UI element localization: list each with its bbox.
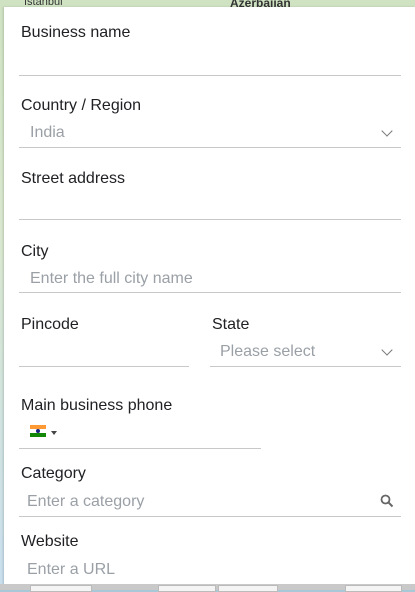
country-underline bbox=[19, 147, 401, 148]
category-input[interactable]: Enter a category bbox=[27, 493, 144, 511]
street-address-underline bbox=[19, 219, 401, 220]
bottom-toolbar-strip bbox=[0, 584, 415, 592]
country-select-value[interactable]: India bbox=[30, 124, 65, 142]
phone-underline bbox=[19, 448, 261, 449]
business-name-input[interactable] bbox=[19, 48, 401, 75]
street-address-input[interactable] bbox=[19, 193, 401, 219]
pincode-label: Pincode bbox=[21, 316, 79, 333]
state-select[interactable]: Please select bbox=[220, 343, 315, 361]
city-underline bbox=[19, 292, 401, 293]
toolbar-segment bbox=[345, 585, 402, 592]
category-label: Category bbox=[21, 465, 86, 482]
toolbar-segment bbox=[30, 585, 92, 592]
city-label: City bbox=[21, 243, 49, 260]
street-address-label: Street address bbox=[21, 170, 126, 187]
website-input[interactable]: Enter a URL bbox=[27, 561, 115, 579]
category-underline bbox=[19, 516, 401, 517]
website-label: Website bbox=[21, 533, 79, 550]
business-name-underline bbox=[19, 75, 401, 76]
toolbar-segment bbox=[158, 585, 216, 592]
phone-input[interactable] bbox=[60, 420, 260, 446]
phone-label: Main business phone bbox=[21, 397, 173, 414]
country-code-caret-icon[interactable] bbox=[51, 431, 57, 435]
state-label: State bbox=[212, 316, 250, 333]
pincode-underline bbox=[19, 366, 189, 367]
pincode-input[interactable] bbox=[19, 340, 189, 366]
india-flag-icon[interactable] bbox=[30, 425, 46, 437]
state-underline bbox=[210, 366, 401, 367]
business-name-label: Business name bbox=[21, 24, 131, 41]
search-icon[interactable] bbox=[380, 494, 394, 508]
city-input[interactable]: Enter the full city name bbox=[30, 270, 193, 288]
toolbar-segment bbox=[218, 585, 278, 592]
country-label: Country / Region bbox=[21, 97, 142, 114]
